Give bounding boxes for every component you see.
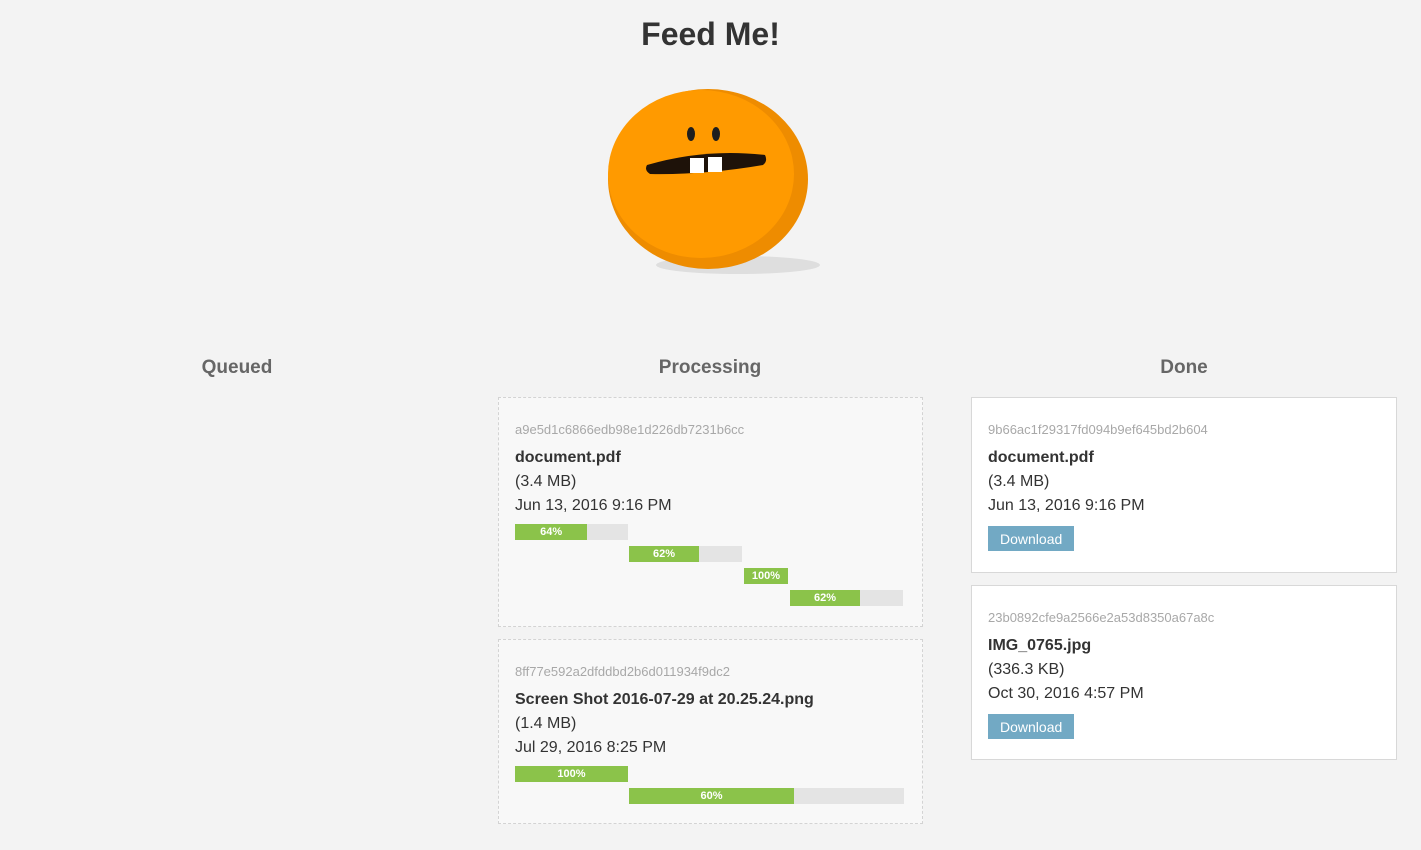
file-size: (1.4 MB) [515, 715, 577, 732]
orange-mascot-icon [608, 89, 820, 274]
file-name: Screen Shot 2016-07-29 at 20.25.24.png [515, 691, 814, 708]
mascot-eye-left [687, 127, 695, 141]
file-size: (3.4 MB) [515, 473, 577, 490]
file-hash: 8ff77e592a2dfddbd2b6d011934f9dc2 [515, 664, 730, 679]
progress-label: 62% [653, 548, 676, 560]
processing-card: 8ff77e592a2dfddbd2b6d011934f9dc2 Screen … [498, 639, 923, 824]
progress-bar: 100% [515, 766, 628, 782]
progress-bar: 60% [629, 788, 904, 804]
file-date: Oct 30, 2016 4:57 PM [988, 685, 1144, 702]
page: Feed Me! Queued Processing Done a9e5d1c6… [0, 0, 1421, 850]
mascot-tooth-right [708, 157, 722, 172]
file-name: document.pdf [515, 449, 621, 466]
processing-card: a9e5d1c6866edb98e1d226db7231b6cc documen… [498, 397, 923, 627]
progress-stages: 64% 62% 100% 62% [515, 524, 906, 606]
file-name: document.pdf [988, 449, 1094, 466]
mascot-tooth-left [690, 158, 704, 173]
progress-bar: 62% [790, 590, 903, 606]
progress-bar: 100% [744, 568, 788, 584]
progress-label: 64% [540, 526, 563, 538]
progress-label: 62% [814, 592, 837, 604]
progress-label: 100% [557, 768, 586, 780]
file-hash: 9b66ac1f29317fd094b9ef645bd2b604 [988, 422, 1208, 437]
progress-label: 100% [751, 570, 781, 582]
mascot-eye-right [712, 127, 720, 141]
column-header-done: Done [1160, 357, 1208, 378]
file-name: IMG_0765.jpg [988, 637, 1092, 654]
file-size: (3.4 MB) [988, 473, 1050, 490]
file-hash: 23b0892cfe9a2566e2a53d8350a67a8c [988, 610, 1215, 625]
progress-label: 60% [700, 790, 723, 802]
done-card: 9b66ac1f29317fd094b9ef645bd2b604 documen… [971, 397, 1397, 573]
progress-stages: 100% 60% [515, 766, 906, 804]
column-header-processing: Processing [658, 357, 762, 378]
progress-bar: 64% [515, 524, 628, 540]
file-size: (336.3 KB) [988, 661, 1065, 678]
file-date: Jun 13, 2016 9:16 PM [515, 497, 672, 514]
mascot-body [608, 90, 794, 258]
progress-bar: 62% [629, 546, 742, 562]
page-title: Feed Me! [641, 16, 780, 52]
column-header-queued: Queued [201, 357, 273, 378]
download-button[interactable]: Download [988, 526, 1075, 551]
file-date: Jun 13, 2016 9:16 PM [988, 497, 1145, 514]
file-date: Jul 29, 2016 8:25 PM [515, 739, 667, 756]
download-button[interactable]: Download [988, 714, 1075, 739]
done-card: 23b0892cfe9a2566e2a53d8350a67a8c IMG_076… [971, 585, 1397, 760]
file-hash: a9e5d1c6866edb98e1d226db7231b6cc [515, 422, 745, 437]
